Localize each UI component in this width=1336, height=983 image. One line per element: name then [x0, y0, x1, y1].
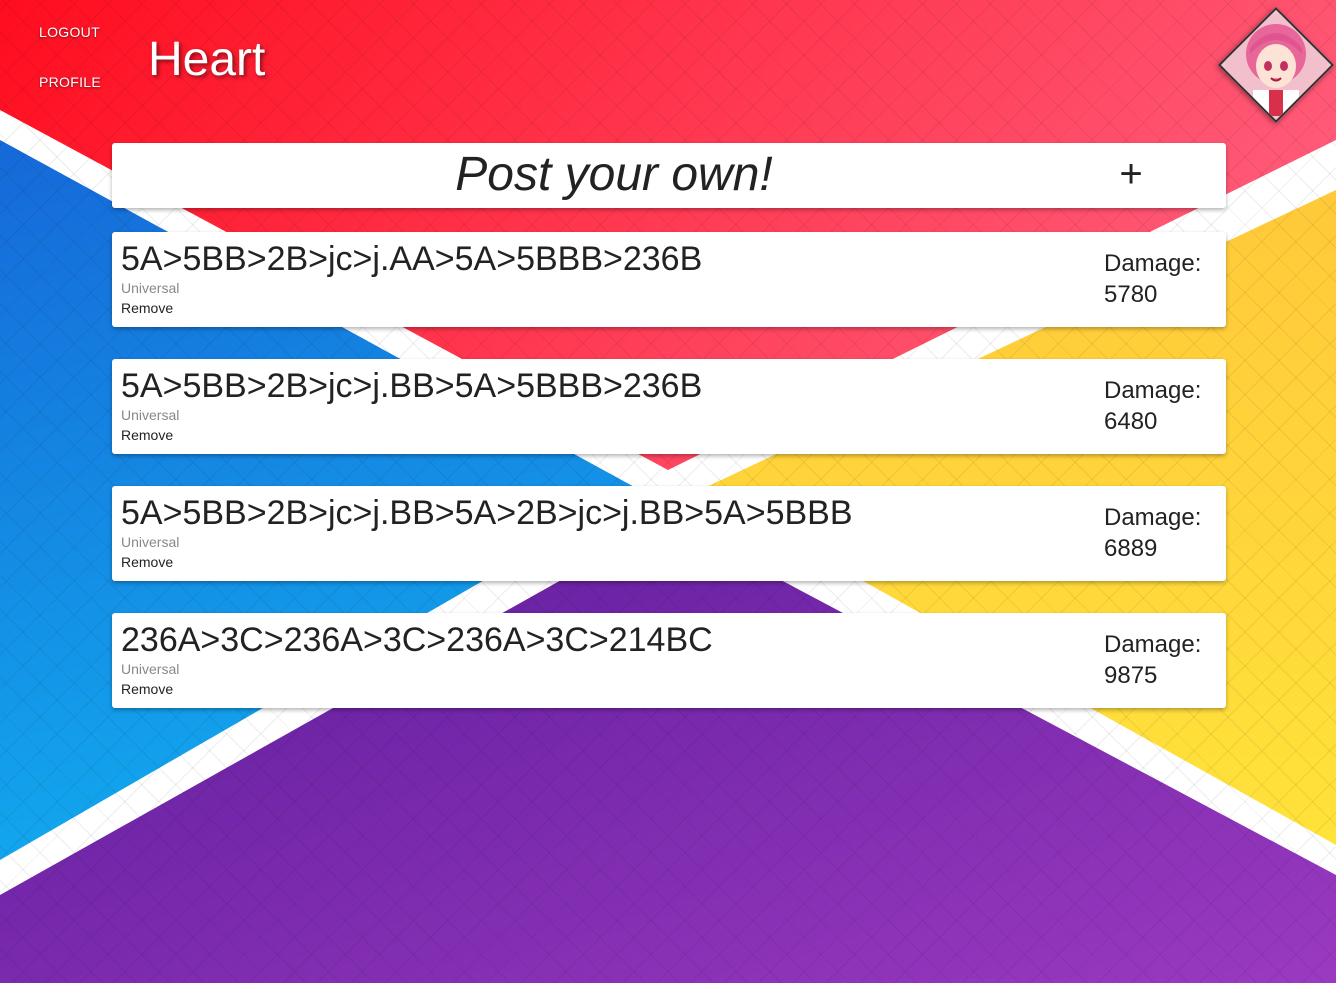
damage-label: Damage:	[1104, 504, 1202, 531]
combo-card: 5A>5BB>2B>jc>j.AA>5A>5BBB>236B Universal…	[112, 232, 1226, 327]
post-your-own-label: Post your own!	[455, 148, 773, 201]
damage-value: 5780	[1104, 281, 1158, 308]
combo-sequence: 5A>5BB>2B>jc>j.AA>5A>5BBB>236B	[121, 240, 703, 278]
remove-button[interactable]: Remove	[121, 554, 173, 570]
remove-button[interactable]: Remove	[121, 427, 173, 443]
remove-button[interactable]: Remove	[121, 300, 173, 316]
damage-value: 6480	[1104, 408, 1158, 435]
logout-link[interactable]: LOGOUT	[39, 24, 100, 40]
damage-value: 6889	[1104, 535, 1158, 562]
page-title: Heart	[148, 33, 266, 86]
damage-value: 9875	[1104, 662, 1158, 689]
combo-sequence: 236A>3C>236A>3C>236A>3C>214BC	[121, 621, 713, 659]
combo-category: Universal	[121, 534, 180, 550]
combo-card: 5A>5BB>2B>jc>j.BB>5A>5BBB>236B Universal…	[112, 359, 1226, 454]
combo-category: Universal	[121, 407, 180, 423]
post-your-own-card[interactable]: Post your own! +	[112, 143, 1226, 208]
combo-sequence: 5A>5BB>2B>jc>j.BB>5A>5BBB>236B	[121, 367, 703, 405]
combo-card: 5A>5BB>2B>jc>j.BB>5A>2B>jc>j.BB>5A>5BBB …	[112, 486, 1226, 581]
damage-label: Damage:	[1104, 631, 1202, 658]
combo-sequence: 5A>5BB>2B>jc>j.BB>5A>2B>jc>j.BB>5A>5BBB	[121, 494, 853, 532]
remove-button[interactable]: Remove	[121, 681, 173, 697]
combo-category: Universal	[121, 661, 180, 677]
add-combo-button[interactable]: +	[1114, 148, 1148, 200]
combo-category: Universal	[121, 280, 180, 296]
damage-label: Damage:	[1104, 250, 1202, 277]
profile-link[interactable]: PROFILE	[39, 74, 101, 90]
combo-card: 236A>3C>236A>3C>236A>3C>214BC Universal …	[112, 613, 1226, 708]
damage-label: Damage:	[1104, 377, 1202, 404]
